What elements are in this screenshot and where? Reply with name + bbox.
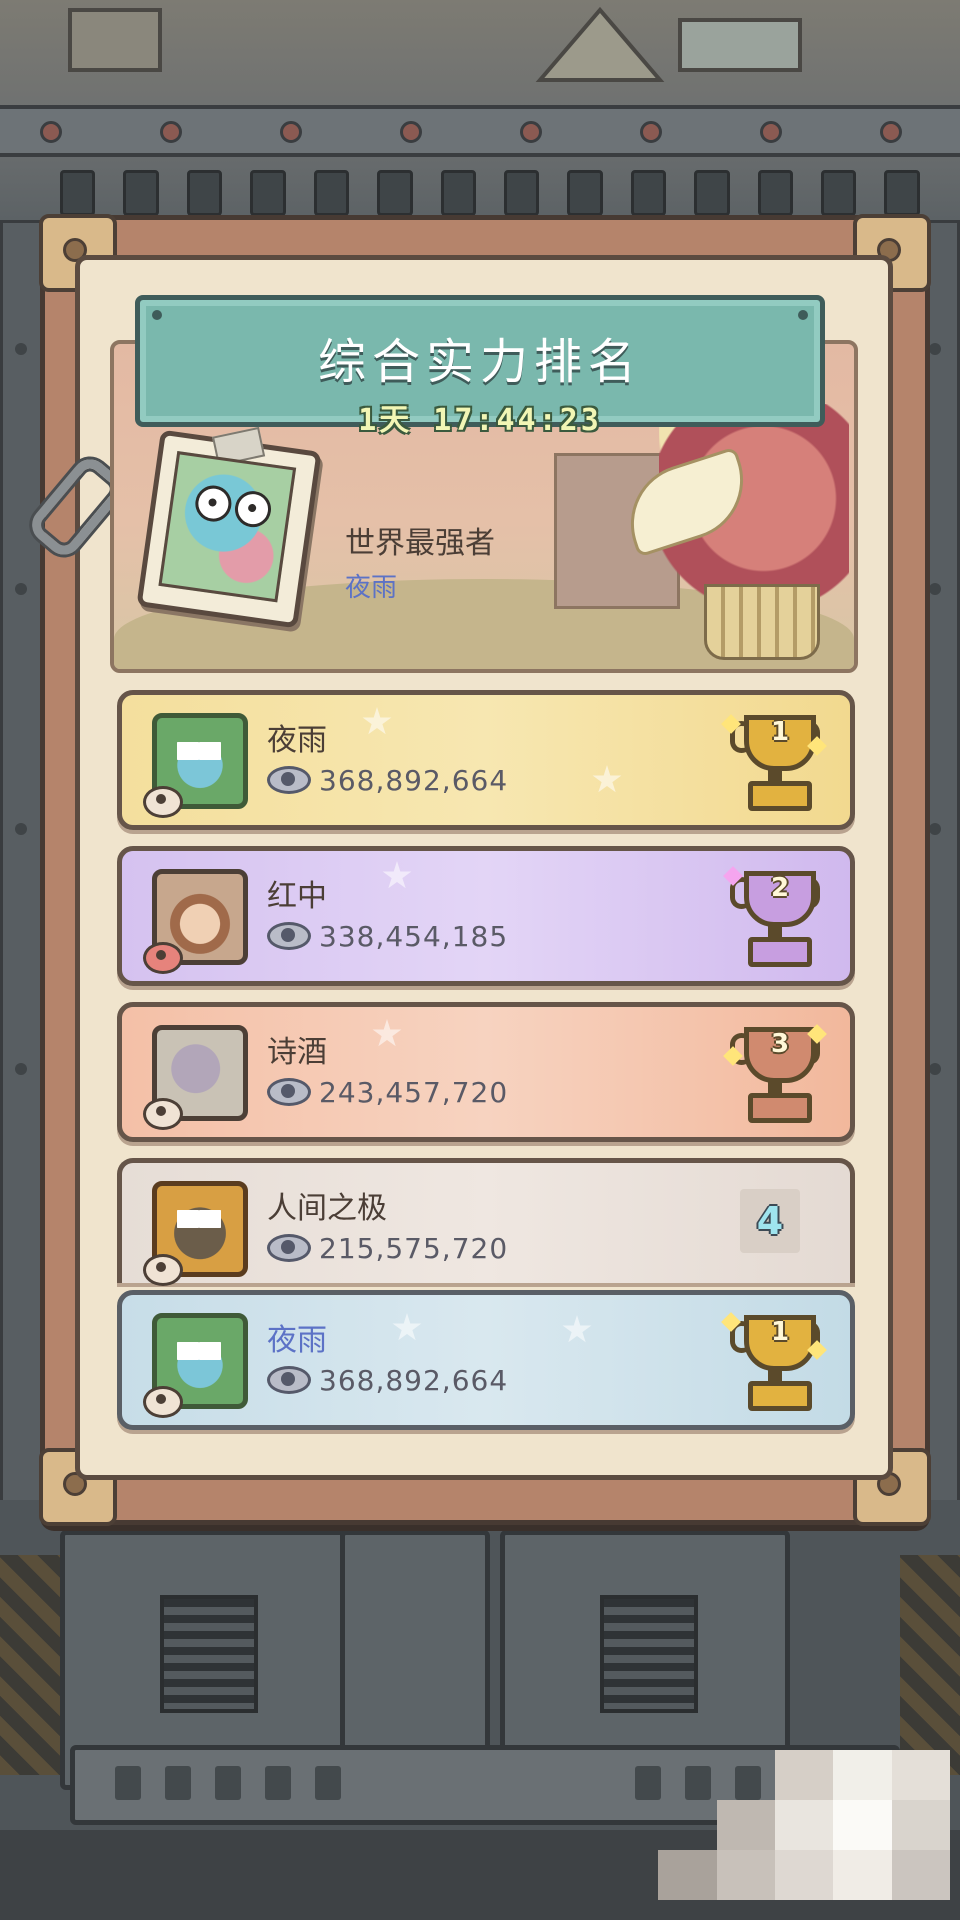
power-value: 215,575,720 bbox=[319, 1231, 509, 1265]
rank-number: 3 bbox=[770, 1029, 790, 1059]
rank-number: 2 bbox=[770, 873, 790, 903]
rank-number: 1 bbox=[770, 1317, 790, 1347]
champion-label: 世界最强者 bbox=[345, 526, 495, 561]
badge-icon bbox=[143, 786, 183, 818]
hazard-stripes-left bbox=[0, 1555, 60, 1775]
player-avatar[interactable] bbox=[143, 1025, 248, 1130]
my-ranking-row[interactable]: 夜雨 368,892,664 1 bbox=[117, 1290, 855, 1430]
player-name: 人间之极 bbox=[267, 1191, 387, 1226]
champion-portrait bbox=[158, 451, 297, 603]
countdown-timer: 1天 17:44:23 bbox=[358, 403, 602, 438]
bronze-trophy-icon: 3 bbox=[723, 1021, 827, 1123]
ranking-row[interactable]: 人间之极 215,575,720 4 bbox=[117, 1158, 855, 1286]
power-value: 243,457,720 bbox=[319, 1075, 509, 1109]
rank-number: 4 bbox=[740, 1189, 800, 1253]
power-display: 338,454,185 bbox=[267, 919, 508, 953]
ranking-row[interactable]: 红中 338,454,185 2 bbox=[117, 846, 855, 986]
champion-avatar[interactable] bbox=[136, 426, 322, 629]
power-eye-icon bbox=[267, 922, 311, 950]
power-value: 338,454,185 bbox=[319, 919, 509, 953]
champion-name[interactable]: 夜雨 bbox=[345, 567, 397, 604]
player-name: 诗酒 bbox=[267, 1035, 327, 1070]
background-vents bbox=[60, 170, 920, 216]
badge-icon bbox=[143, 1098, 183, 1130]
gold-trophy-icon: 1 bbox=[721, 1309, 827, 1411]
power-eye-icon bbox=[267, 1078, 311, 1106]
power-eye-icon bbox=[267, 766, 311, 794]
my-player-name: 夜雨 bbox=[267, 1323, 327, 1358]
gold-trophy-icon: 1 bbox=[721, 709, 827, 811]
badge-icon bbox=[143, 942, 183, 974]
power-display: 368,892,664 bbox=[267, 1363, 508, 1397]
badge-icon bbox=[143, 1254, 183, 1286]
power-eye-icon bbox=[267, 1366, 311, 1394]
ranking-row[interactable]: 夜雨 368,892,664 1 bbox=[117, 690, 855, 830]
badge-icon bbox=[143, 1386, 183, 1418]
player-name: 夜雨 bbox=[267, 723, 327, 758]
hazard-stripes-right bbox=[900, 1555, 960, 1775]
power-display: 243,457,720 bbox=[267, 1075, 508, 1109]
page-title: 综合实力排名 bbox=[317, 334, 642, 390]
player-avatar[interactable] bbox=[143, 1181, 248, 1286]
player-avatar[interactable] bbox=[143, 869, 248, 974]
player-avatar[interactable] bbox=[143, 713, 248, 818]
rank-number: 1 bbox=[770, 717, 790, 747]
player-name: 红中 bbox=[267, 879, 327, 914]
background-rail bbox=[0, 105, 960, 157]
ranking-row[interactable]: 诗酒 243,457,720 3 bbox=[117, 1002, 855, 1142]
mosaic-watermark bbox=[600, 1750, 950, 1900]
silver-trophy-icon: 2 bbox=[723, 865, 820, 967]
my-avatar[interactable] bbox=[143, 1313, 248, 1418]
background-props bbox=[68, 6, 802, 82]
power-eye-icon bbox=[267, 1234, 311, 1262]
power-value: 368,892,664 bbox=[319, 1363, 509, 1397]
boss-armor-skirt bbox=[704, 584, 820, 660]
power-display: 215,575,720 bbox=[267, 1231, 508, 1265]
power-display: 368,892,664 bbox=[267, 763, 508, 797]
power-value: 368,892,664 bbox=[319, 763, 509, 797]
